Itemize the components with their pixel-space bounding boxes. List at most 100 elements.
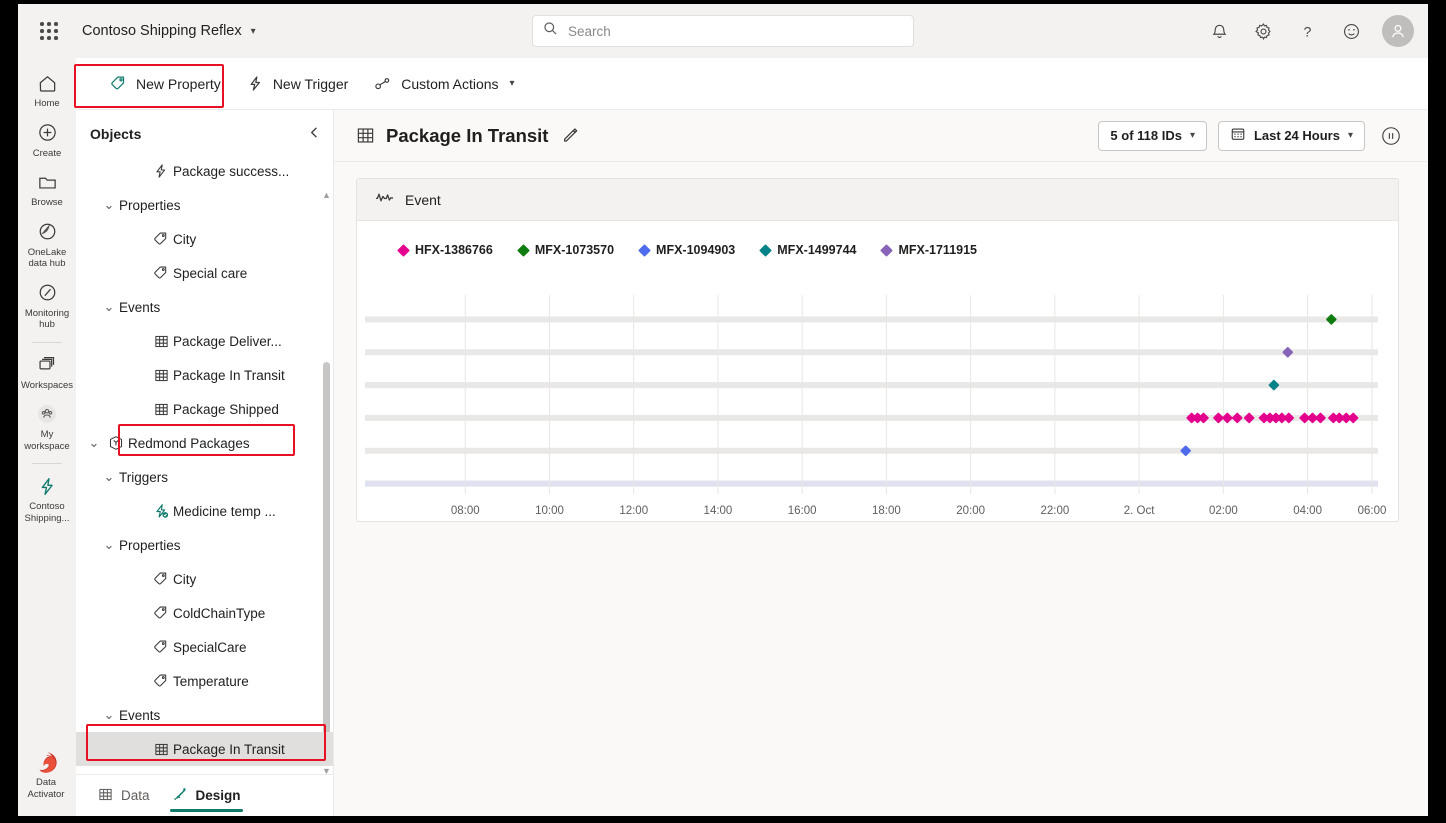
tree-group-properties[interactable]: ⌄ Properties [76,188,333,222]
objects-tree[interactable]: ▲ ▼ Package success... ⌄ Properties City Spe… [76,152,333,774]
folder-icon [37,169,58,195]
collapse-panel-icon[interactable] [308,126,321,142]
tab-design[interactable]: Design [164,776,249,816]
pencil-icon[interactable] [562,127,579,144]
tree-item-temperature[interactable]: Temperature [76,664,333,698]
pause-refresh-button[interactable] [1376,121,1406,151]
tree-group-events[interactable]: ⌄ Events [76,290,333,324]
chart-lane-band [365,480,1378,487]
tree-item-package-deliver[interactable]: Package Deliver... [76,324,333,358]
calendar-icon [1230,126,1246,145]
time-range-label: Last 24 Hours [1253,128,1340,143]
left-nav-rail: Home Create Browse OneLake data hub Moni… [18,58,76,816]
chevron-down-icon[interactable]: ⌄ [99,708,119,721]
search-box[interactable] [532,15,914,47]
tree-item-label: Events [119,707,161,723]
chevron-down-icon[interactable]: ⌄ [99,538,119,551]
x-axis-tick-label: 18:00 [872,505,901,517]
account-avatar[interactable] [1382,15,1414,47]
panel-tabs: Data Design [76,774,333,816]
rail-item-data-activator[interactable]: Data Activator [18,743,74,804]
chart-data-point[interactable] [1231,412,1243,424]
rail-item-home[interactable]: Home [19,64,75,114]
tree-item-package-in-transit[interactable]: Package In Transit [76,358,333,392]
chart-data-point[interactable] [1268,379,1280,391]
x-axis-tick-label: 02:00 [1209,505,1238,517]
tab-data[interactable]: Data [90,776,158,816]
main-area: Objects ▲ ▼ Package success... ⌄ Propertie… [76,110,1428,816]
chevron-down-icon[interactable]: ⌄ [84,436,104,449]
time-range-pill[interactable]: Last 24 Hours ▾ [1217,120,1365,151]
chart-body: HFX-1386766 MFX-1073570 MFX-1094903 MFX-149… [357,221,1398,521]
tree-item-package-success[interactable]: Package success... [76,154,333,188]
x-axis-tick-label: 2. Oct [1124,505,1155,517]
chart-plot: 08:00 10:00 12:00 14:00 16:00 18:00 20:00 22:00… [357,287,1398,521]
chart-data-point[interactable] [1282,347,1294,358]
chevron-down-icon[interactable]: ⌄ [99,470,119,483]
legend-item[interactable]: MFX-1499744 [759,243,856,257]
chart-data-point[interactable] [1326,314,1337,325]
chart-data-point[interactable] [1198,412,1209,424]
rail-item-workspaces[interactable]: Workspaces [19,346,75,396]
tag-icon [149,605,173,621]
tree-item-label: SpecialCare [173,639,247,655]
legend-item[interactable]: MFX-1094903 [638,243,735,257]
rail-item-my-workspace[interactable]: My workspace [19,395,75,456]
custom-actions-button[interactable]: Custom Actions ▾ [362,67,526,101]
rail-item-monitoring-hub[interactable]: Monitoring hub [19,274,75,335]
chart-data-point[interactable] [1283,412,1294,424]
rail-label: My workspace [24,429,70,452]
x-axis-tick-label: 08:00 [451,505,480,517]
rail-divider [32,341,62,343]
legend-item[interactable]: MFX-1073570 [516,243,614,257]
settings-icon[interactable] [1248,16,1278,46]
tree-item-city[interactable]: City [76,562,333,596]
chevron-down-icon[interactable]: ⌄ [99,300,119,313]
tree-item-label: Package In Transit [173,367,285,383]
new-property-button[interactable]: New Property [98,67,233,101]
tree-item-special-care[interactable]: Special care [76,256,333,290]
rail-item-onelake-data-hub[interactable]: OneLake data hub [19,213,75,274]
feedback-icon[interactable] [1336,16,1366,46]
search-input[interactable] [566,22,903,40]
scroll-down-icon[interactable]: ▼ [322,766,331,775]
tree-item-coldchaintype[interactable]: ColdChainType [76,596,333,630]
tree-group-triggers[interactable]: ⌄ Triggers [76,460,333,494]
help-icon[interactable]: ? [1292,16,1322,46]
chart-legend: HFX-1386766 MFX-1073570 MFX-1094903 MFX-149… [357,221,1398,257]
rail-item-contoso-shipping[interactable]: Contoso Shipping... [19,467,75,528]
chart-data-point[interactable] [1347,412,1359,424]
chart-data-point[interactable] [1180,445,1191,456]
legend-item[interactable]: MFX-1711915 [880,243,977,257]
tree-item-specialcare[interactable]: SpecialCare [76,630,333,664]
workspaces-icon [37,352,58,378]
rail-label: Browse [31,197,63,208]
workspace-column: New Property New Trigger Custom Actions … [76,58,1428,816]
rail-label: Monitoring hub [24,307,70,331]
notifications-icon[interactable] [1204,16,1234,46]
tree-item-redmond-packages[interactable]: ⌄ Redmond Packages [76,426,333,460]
app-title-label: Contoso Shipping Reflex [82,23,242,39]
new-trigger-button[interactable]: New Trigger [235,67,360,101]
chart-data-point[interactable] [1243,412,1255,424]
tree-item-medicine-temp[interactable]: Medicine temp ... [76,494,333,528]
tree-item-label: Package In Transit [173,741,285,757]
chevron-down-icon[interactable]: ⌄ [99,198,119,211]
tree-item-city[interactable]: City [76,222,333,256]
reflex-bolt-icon [37,473,58,499]
ids-filter-label: 5 of 118 IDs [1110,128,1182,143]
rail-item-create[interactable]: Create [19,114,75,164]
legend-item[interactable]: HFX-1386766 [397,243,493,257]
ids-filter-pill[interactable]: 5 of 118 IDs ▾ [1098,120,1207,151]
grid-icon [149,368,173,383]
tree-group-events[interactable]: ⌄ Events [76,698,333,732]
rail-item-browse[interactable]: Browse [19,163,75,213]
app-launcher-icon[interactable] [32,14,66,48]
tree-group-properties[interactable]: ⌄ Properties [76,528,333,562]
chart-data-point[interactable] [1315,412,1326,424]
tree-item-package-in-transit[interactable]: Package In Transit [76,732,333,766]
x-axis-tick-label: 16:00 [788,505,817,517]
bolt-icon [247,75,264,92]
tree-item-package-shipped[interactable]: Package Shipped [76,392,333,426]
app-title[interactable]: Contoso Shipping Reflex ▾ [82,23,256,39]
